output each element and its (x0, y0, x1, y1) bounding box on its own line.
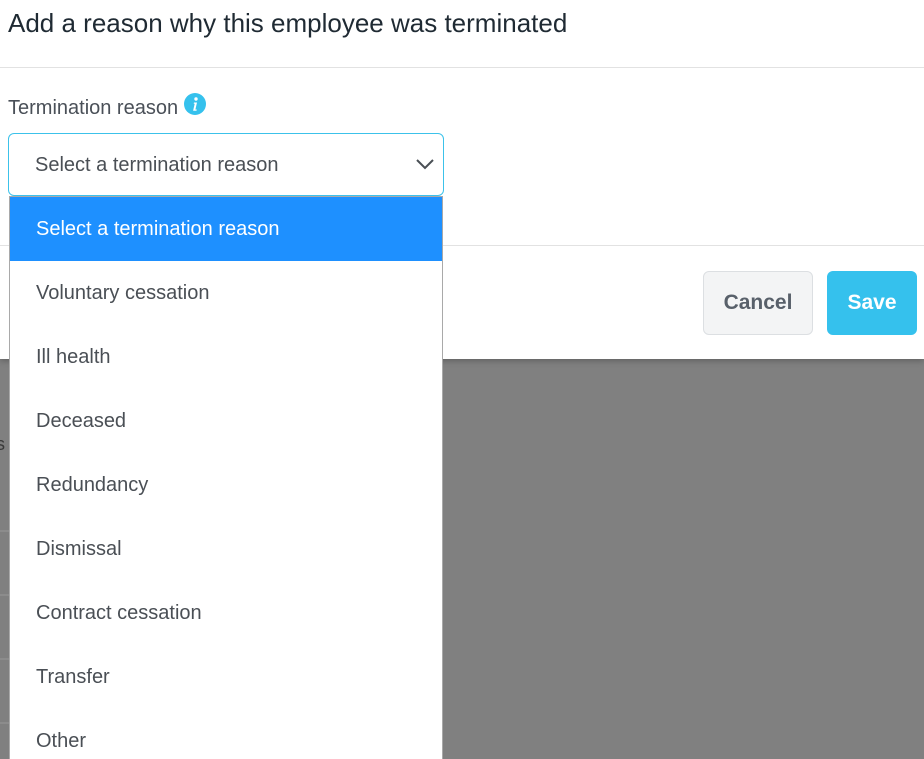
modal-title: Add a reason why this employee was termi… (8, 8, 568, 38)
dropdown-option[interactable]: Dismissal (10, 517, 442, 581)
dropdown-option[interactable]: Transfer (10, 645, 442, 709)
dropdown-option[interactable]: Redundancy (10, 453, 442, 517)
dropdown-option[interactable]: Contract cessation (10, 581, 442, 645)
field-label-text: Termination reason (8, 97, 179, 119)
termination-reason-select[interactable]: Select a termination reason (8, 133, 444, 196)
termination-reason-dropdown: Select a termination reason Voluntary ce… (9, 196, 443, 759)
cancel-button[interactable]: Cancel (703, 271, 813, 335)
chevron-down-icon (415, 154, 435, 174)
dropdown-option[interactable]: Ill health (10, 325, 442, 389)
dropdown-option[interactable]: Select a termination reason (10, 197, 442, 261)
save-button[interactable]: Save (827, 271, 917, 335)
dropdown-option[interactable]: Deceased (10, 389, 442, 453)
dropdown-option[interactable]: Other (10, 709, 442, 759)
modal-header: Add a reason why this employee was termi… (0, 0, 924, 68)
info-icon[interactable] (184, 92, 207, 115)
background-text-fragment: s (0, 434, 5, 454)
dropdown-option[interactable]: Voluntary cessation (10, 261, 442, 325)
select-current-value: Select a termination reason (35, 154, 279, 176)
termination-reason-label: Termination reason (8, 92, 207, 120)
